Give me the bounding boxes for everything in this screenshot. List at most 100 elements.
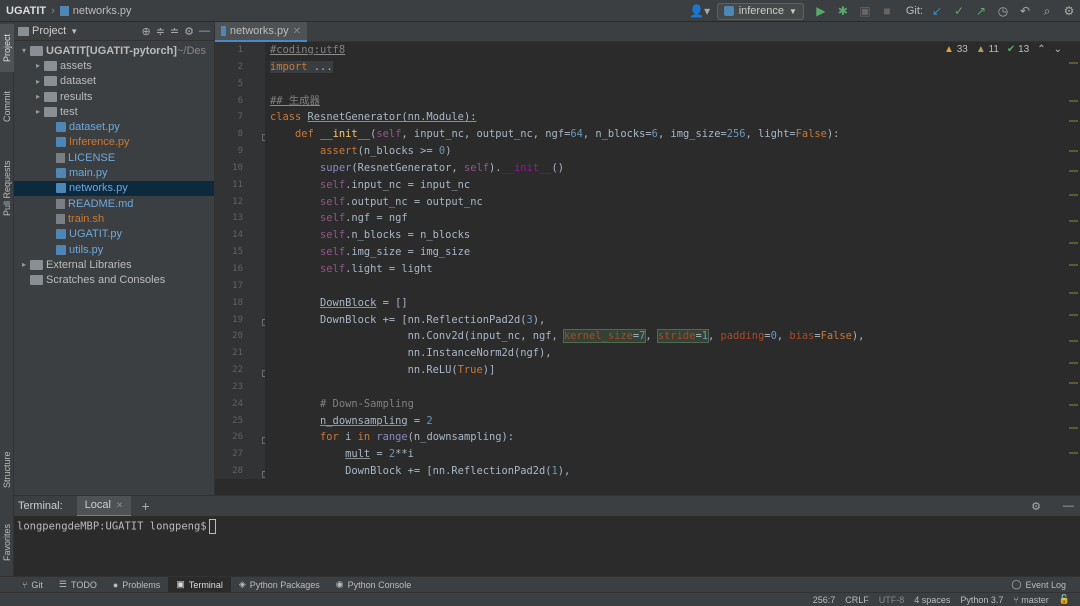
terminal-title: Terminal: (18, 500, 63, 512)
tree-item[interactable]: ▸ External Libraries (14, 257, 214, 272)
code-line: class ResnetGenerator(nn.Module): (270, 111, 477, 124)
caret-position[interactable]: 256:7 (813, 595, 836, 605)
tree-item[interactable]: UGATIT.py (14, 227, 214, 242)
debug-icon[interactable]: ✱ (832, 0, 854, 22)
tool-problems[interactable]: ● Problems (105, 577, 168, 593)
code-line: def __init__(self, input_nc, output_nc, … (295, 128, 840, 141)
tree-item-label: utils.py (69, 243, 104, 256)
status-bar: 256:7 CRLF UTF-8 4 spaces Python 3.7 ⑂ m… (0, 592, 1080, 606)
git-update-icon[interactable]: ↙ (926, 0, 948, 22)
indent-setting[interactable]: 4 spaces (914, 595, 950, 605)
tab-local[interactable]: Local ✕ (76, 495, 132, 517)
structure-tool-tab[interactable]: Structure (0, 440, 14, 500)
settings-icon[interactable]: ⚙ (1058, 0, 1080, 22)
code-editor[interactable]: #coding:utf8 import ... ## 生成器 class Res… (265, 42, 1065, 479)
tree-item[interactable]: utils.py (14, 242, 214, 257)
hide-icon[interactable]: — (199, 25, 210, 38)
tree-item[interactable]: ▾ UGATIT [UGATIT-pytorch] ~/Des (14, 43, 214, 58)
favorites-tool-tab[interactable]: Favorites (0, 512, 14, 572)
chevron-icon[interactable]: ▾ (18, 46, 30, 55)
tree-item-label: LICENSE (68, 151, 116, 164)
tree-item-label: External Libraries (46, 258, 132, 271)
locate-icon[interactable]: ⊕ (141, 25, 150, 38)
tree-item[interactable]: main.py (14, 165, 214, 180)
chevron-down-icon[interactable]: ⌄ (1054, 44, 1062, 55)
breadcrumb-file-label: networks.py (72, 4, 132, 17)
tool-event-log[interactable]: ◯ Event Log (1003, 577, 1074, 593)
tool-terminal[interactable]: ▣ Terminal (168, 576, 231, 593)
tree-item-label: UGATIT (46, 44, 87, 57)
breadcrumb-project[interactable]: UGATIT (0, 0, 46, 22)
close-icon[interactable]: ✕ (116, 500, 124, 511)
file-encoding[interactable]: UTF-8 (879, 595, 905, 605)
tree-item[interactable]: networks.py (14, 180, 214, 196)
tree-item-label: Scratches and Consoles (46, 274, 166, 287)
ok-count: ✔ 13 (1006, 44, 1030, 55)
tree-item[interactable]: README.md (14, 196, 214, 211)
tool-git[interactable]: ⑂ Git (14, 577, 51, 593)
lock-icon[interactable]: 🔓 (1059, 594, 1070, 605)
git-push-icon[interactable]: ↗ (970, 0, 992, 22)
tool-todo[interactable]: ☰ TODO (51, 577, 105, 593)
terminal-body[interactable]: longpengdeMBP:UGATIT longpeng$ (14, 516, 1080, 576)
folder-icon (30, 275, 43, 286)
chevron-icon[interactable]: ▸ (32, 107, 44, 116)
tool-python-console[interactable]: ◉ Python Console (328, 577, 419, 593)
packages-icon: ◈ (238, 579, 246, 589)
rollback-icon[interactable]: ↶ (1014, 0, 1036, 22)
breadcrumb-file[interactable]: networks.py (59, 0, 132, 22)
expand-all-icon[interactable]: ≑ (156, 25, 165, 38)
tool-python-packages[interactable]: ◈ Python Packages (231, 577, 328, 593)
tree-item-label: dataset (60, 75, 97, 88)
gear-icon[interactable]: ⚙ (1031, 500, 1041, 513)
tree-item[interactable]: ▸ assets (14, 58, 214, 73)
python-interpreter[interactable]: Python 3.7 (960, 595, 1003, 605)
coverage-icon[interactable]: ▣ (854, 0, 876, 22)
user-icon[interactable]: 👤▾ (689, 0, 711, 22)
chevron-up-icon[interactable]: ⌃ (1037, 44, 1045, 55)
history-icon[interactable]: ◷ (992, 0, 1014, 22)
tree-item[interactable]: ▸ results (14, 89, 214, 104)
git-commit-icon[interactable]: ✓ (948, 0, 970, 22)
chevron-icon[interactable]: ▸ (32, 92, 44, 101)
gear-icon[interactable]: ⚙ (184, 25, 194, 38)
stop-icon[interactable]: ■ (876, 0, 898, 22)
hide-icon[interactable]: — (1063, 500, 1074, 512)
chevron-icon[interactable]: ▸ (18, 260, 30, 269)
tree-item[interactable]: ▸ dataset (14, 74, 214, 89)
tree-item[interactable]: Scratches and Consoles (14, 272, 214, 287)
tree-item-label: UGATIT.py (69, 228, 122, 241)
run-icon[interactable]: ▶ (810, 0, 832, 22)
add-terminal-icon[interactable]: + (141, 498, 149, 514)
close-icon[interactable]: ✕ (293, 26, 301, 37)
pull-requests-tool-tab[interactable]: Pull Requests (0, 144, 14, 232)
git-branch[interactable]: ⑂ master (1013, 595, 1048, 605)
line-number: 27 (232, 449, 243, 460)
project-view-select[interactable]: Project (32, 25, 66, 37)
run-config-select[interactable]: inference ▼ (716, 2, 804, 20)
inspection-widget[interactable]: ▲ 33 ▲ 11 ✔ 13 ⌃ ⌄ (944, 44, 1062, 55)
line-number: 2 (237, 61, 243, 72)
project-tool-tab[interactable]: Project (0, 24, 14, 72)
line-number: 10 (232, 162, 243, 173)
collapse-all-icon[interactable]: ≐ (170, 25, 179, 38)
tree-item-path: ~/Des (176, 44, 207, 57)
chevron-down-icon[interactable]: ▼ (70, 27, 78, 36)
chevron-icon[interactable]: ▸ (32, 61, 44, 70)
tree-item[interactable]: ▸ test (14, 104, 214, 119)
code-line: DownBlock = [] (320, 296, 408, 309)
tab-networks-py[interactable]: networks.py ✕ (215, 22, 307, 42)
tree-item[interactable]: dataset.py (14, 119, 214, 134)
terminal-header: Terminal: Local ✕ + ⚙ — (14, 495, 1080, 517)
commit-tool-tab[interactable]: Commit (0, 84, 14, 130)
tree-item[interactable]: LICENSE (14, 150, 214, 165)
chevron-icon[interactable]: ▸ (32, 77, 44, 86)
tree-item[interactable]: train.sh (14, 211, 214, 226)
error-stripe[interactable] (1066, 42, 1080, 479)
search-icon[interactable]: ⌕ (1036, 0, 1058, 22)
line-separator[interactable]: CRLF (845, 595, 869, 605)
python-file-icon (56, 168, 66, 179)
folder-icon (30, 45, 43, 56)
tree-item[interactable]: Inference.py (14, 135, 214, 150)
